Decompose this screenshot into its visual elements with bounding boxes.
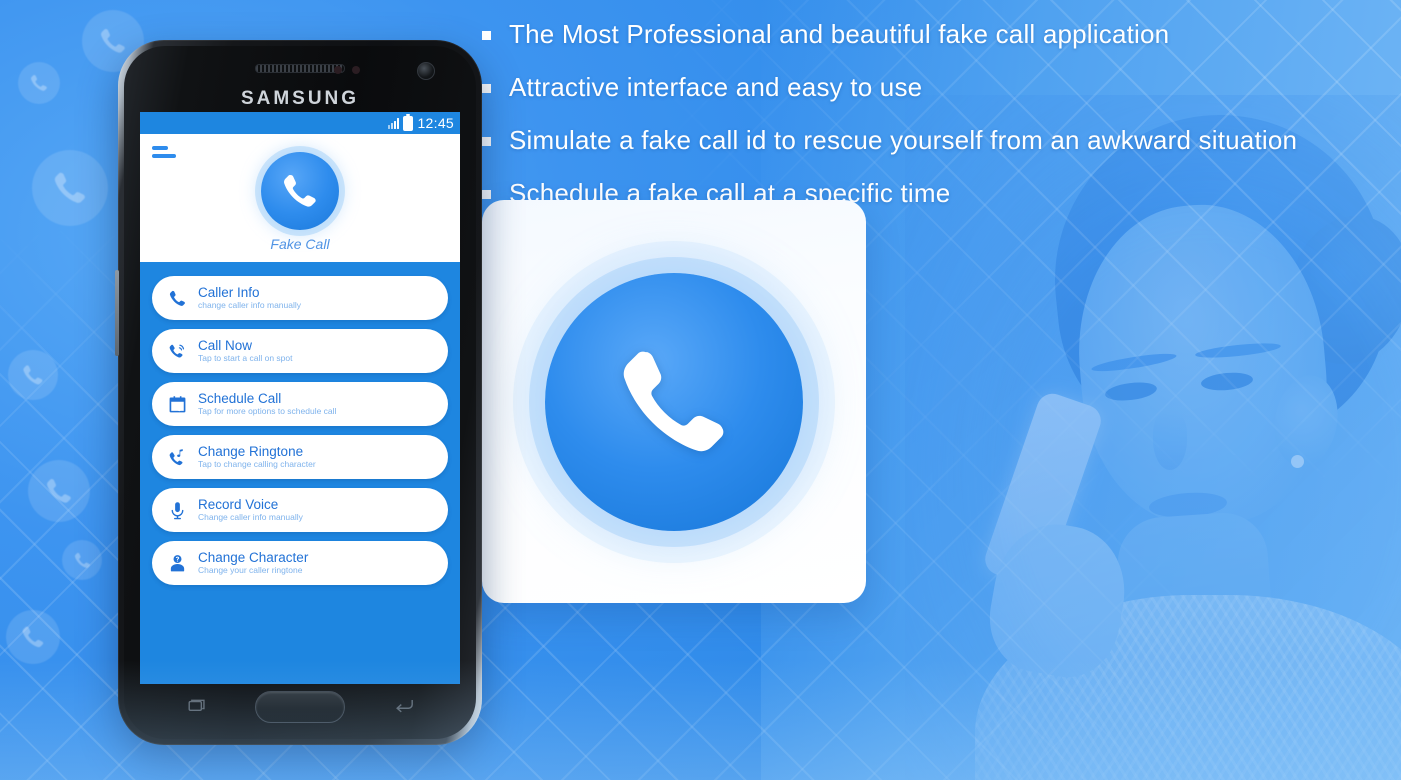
recent-apps-icon[interactable] bbox=[188, 699, 206, 712]
app-header: Fake Call bbox=[140, 134, 460, 262]
menu-item-title: Schedule Call bbox=[198, 391, 282, 406]
menu-item-subtitle: Change your caller ringtone bbox=[198, 565, 303, 575]
menu-item-change-character[interactable]: Change Character Change your caller ring… bbox=[152, 541, 448, 585]
light-sensor bbox=[352, 66, 360, 74]
promo-banner: The Most Professional and beautiful fake… bbox=[0, 0, 1401, 780]
bullet-square-icon bbox=[482, 84, 491, 93]
phone-screen: 12:45 Fake Call Caller Info change calle… bbox=[140, 112, 460, 684]
menu-item-subtitle: change caller info manually bbox=[198, 300, 302, 310]
home-button[interactable] bbox=[255, 691, 345, 723]
hamburger-menu-icon[interactable] bbox=[152, 146, 178, 162]
menu-item-title: Call Now bbox=[198, 338, 253, 353]
battery-full-icon bbox=[403, 113, 414, 131]
menu-item-subtitle: Change caller info manually bbox=[198, 512, 303, 522]
menu-item-call-now[interactable]: Call Now Tap to start a call on spot bbox=[152, 329, 448, 373]
feature-list: The Most Professional and beautiful fake… bbox=[482, 18, 1302, 230]
person-question-icon bbox=[166, 552, 188, 574]
decorative-phone-icon bbox=[32, 150, 108, 226]
menu-item-title: Change Character bbox=[198, 550, 309, 565]
microphone-icon bbox=[166, 499, 188, 521]
app-icon-card bbox=[482, 200, 866, 603]
menu-item-title: Record Voice bbox=[198, 497, 279, 512]
menu-item-schedule-call[interactable]: Schedule Call Tap for more options to sc… bbox=[152, 382, 448, 426]
samsung-phone-mockup: SAMSUNG 12:45 Fake Call Caller Info chan… bbox=[115, 40, 482, 745]
bullet-square-icon bbox=[482, 190, 491, 199]
decorative-phone-icon bbox=[18, 62, 60, 104]
menu-item-subtitle: Tap to start a call on spot bbox=[198, 353, 293, 363]
phone-handset-icon bbox=[166, 287, 188, 309]
app-menu-list: Caller Info change caller info manually … bbox=[140, 262, 460, 684]
phone-music-note-icon bbox=[166, 446, 188, 468]
menu-item-record-voice[interactable]: Record Voice Change caller info manually bbox=[152, 488, 448, 532]
app-title: Fake Call bbox=[270, 236, 330, 252]
menu-item-subtitle: Tap to change calling character bbox=[198, 459, 316, 469]
bullet-square-icon bbox=[482, 31, 491, 40]
app-logo-phone-icon bbox=[261, 152, 339, 230]
feature-item: Simulate a fake call id to rescue yourse… bbox=[482, 124, 1302, 156]
menu-item-title: Change Ringtone bbox=[198, 444, 304, 459]
decorative-phone-icon bbox=[28, 460, 90, 522]
menu-item-change-ringtone[interactable]: Change Ringtone Tap to change calling ch… bbox=[152, 435, 448, 479]
menu-item-subtitle: Tap for more options to schedule call bbox=[198, 406, 337, 416]
decorative-phone-icon bbox=[8, 350, 58, 400]
status-clock: 12:45 bbox=[417, 115, 454, 131]
calendar-phone-icon bbox=[166, 393, 188, 415]
phone-handset-icon bbox=[545, 272, 803, 531]
back-arrow-icon[interactable] bbox=[394, 698, 414, 713]
phone-brand-label: SAMSUNG bbox=[240, 88, 360, 109]
front-camera-icon bbox=[417, 62, 435, 80]
bullet-square-icon bbox=[482, 137, 491, 146]
decorative-phone-icon bbox=[6, 610, 60, 664]
proximity-sensor bbox=[334, 66, 342, 74]
feature-text: Attractive interface and easy to use bbox=[509, 72, 923, 102]
menu-item-title: Caller Info bbox=[198, 285, 260, 300]
hardware-buttons bbox=[140, 687, 460, 731]
phone-ringing-icon bbox=[166, 340, 188, 362]
feature-item: Attractive interface and easy to use bbox=[482, 71, 1302, 103]
status-bar: 12:45 bbox=[140, 112, 460, 134]
feature-text: Simulate a fake call id to rescue yourse… bbox=[509, 125, 1298, 155]
phone-volume-button[interactable] bbox=[115, 270, 119, 356]
feature-item: The Most Professional and beautiful fake… bbox=[482, 18, 1302, 50]
decorative-phone-icon bbox=[62, 540, 102, 580]
earpiece-speaker bbox=[255, 64, 345, 73]
feature-text: The Most Professional and beautiful fake… bbox=[509, 19, 1170, 49]
menu-item-caller-info[interactable]: Caller Info change caller info manually bbox=[152, 276, 448, 320]
signal-bars-icon bbox=[388, 117, 400, 129]
